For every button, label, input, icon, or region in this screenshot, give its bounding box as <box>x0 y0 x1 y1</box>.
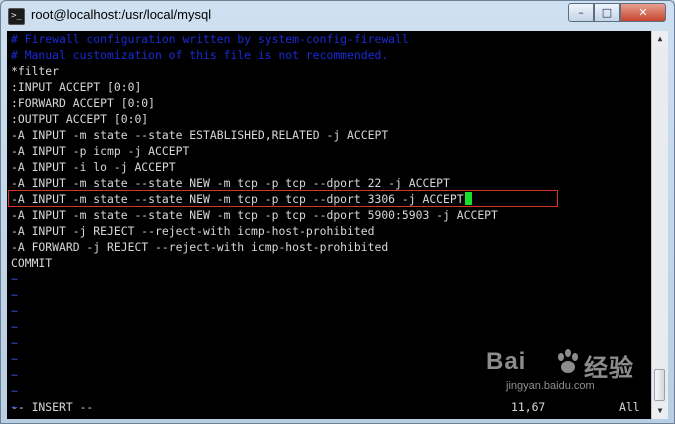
terminal-line-text: -A INPUT -j REJECT --reject-with icmp-ho… <box>11 224 375 238</box>
scrollbar-thumb[interactable] <box>654 369 665 401</box>
terminal-line: :FORWARD ACCEPT [0:0] <box>11 95 155 111</box>
terminal-line: -A INPUT -m state --state NEW -m tcp -p … <box>11 175 450 191</box>
terminal-line-text: # Firewall configuration written by syst… <box>11 32 409 46</box>
text-cursor <box>464 192 472 205</box>
terminal-line-text: :OUTPUT ACCEPT [0:0] <box>11 112 149 126</box>
vertical-scrollbar[interactable]: ▲ ▼ <box>651 31 668 419</box>
terminal-line-text: ~ <box>11 352 18 366</box>
terminal-line: # Manual customization of this file is n… <box>11 47 388 63</box>
terminal-line: -A INPUT -p icmp -j ACCEPT <box>11 143 189 159</box>
terminal-line: ~ <box>11 351 18 367</box>
terminal-content[interactable]: -- INSERT -- 11,67 All # Firewall config… <box>7 31 651 419</box>
terminal-line-text: ~ <box>11 368 18 382</box>
terminal-line-text: ~ <box>11 288 18 302</box>
terminal-line-text: COMMIT <box>11 256 53 270</box>
close-button[interactable]: ✕ <box>620 3 666 22</box>
vim-mode-indicator: -- INSERT -- <box>11 400 94 414</box>
terminal-line: ~ <box>11 383 18 399</box>
terminal-line-text: ~ <box>11 320 18 334</box>
terminal-line: ~ <box>11 287 18 303</box>
terminal-line: -A INPUT -i lo -j ACCEPT <box>11 159 176 175</box>
terminal-line: -A INPUT -m state --state NEW -m tcp -p … <box>11 207 498 223</box>
terminal-line: :INPUT ACCEPT [0:0] <box>11 79 141 95</box>
terminal-line-text: -A INPUT -m state --state ESTABLISHED,RE… <box>11 128 389 142</box>
terminal-line-text: ~ <box>11 304 18 318</box>
terminal-window: >_ root@localhost:/usr/local/mysql – □ ✕… <box>0 0 675 424</box>
title-bar[interactable]: >_ root@localhost:/usr/local/mysql – □ ✕ <box>1 1 674 31</box>
terminal-line-text: -A INPUT -m state --state NEW -m tcp -p … <box>11 176 450 190</box>
maximize-button[interactable]: □ <box>594 3 620 22</box>
terminal-line: *filter <box>11 63 59 79</box>
terminal-line-text: -A INPUT -i lo -j ACCEPT <box>11 160 176 174</box>
terminal-line: ~ <box>11 303 18 319</box>
cursor-position: 11,67 <box>511 400 546 414</box>
terminal-line: ~ <box>11 319 18 335</box>
window-title: root@localhost:/usr/local/mysql <box>31 7 212 22</box>
terminal-line: ~ <box>11 399 18 415</box>
terminal-line-text: -A INPUT -m state --state NEW -m tcp -p … <box>11 208 498 222</box>
terminal-line-text: ~ <box>11 336 18 350</box>
terminal-line-text: ~ <box>11 384 18 398</box>
terminal-line-text: ~ <box>11 272 18 286</box>
terminal-line-text: -A FORWARD -j REJECT --reject-with icmp-… <box>11 240 389 254</box>
terminal-line-text: # Manual customization of this file is n… <box>11 48 389 62</box>
terminal-line: # Firewall configuration written by syst… <box>11 31 409 47</box>
terminal-line: ~ <box>11 335 18 351</box>
terminal-line: COMMIT <box>11 255 52 271</box>
terminal-line: :OUTPUT ACCEPT [0:0] <box>11 111 148 127</box>
terminal-app-icon[interactable]: >_ <box>8 8 25 25</box>
terminal-line-text: -A INPUT -m state --state NEW -m tcp -p … <box>11 192 464 206</box>
terminal-line: -A INPUT -m state --state ESTABLISHED,RE… <box>11 127 388 143</box>
terminal-line-text: ~ <box>11 400 18 414</box>
terminal-line-text: :FORWARD ACCEPT [0:0] <box>11 96 156 110</box>
terminal-line: ~ <box>11 271 18 287</box>
terminal-line-text: -A INPUT -p icmp -j ACCEPT <box>11 144 190 158</box>
terminal-line: -A FORWARD -j REJECT --reject-with icmp-… <box>11 239 388 255</box>
minimize-button[interactable]: – <box>568 3 594 22</box>
terminal-line-text: :INPUT ACCEPT [0:0] <box>11 80 142 94</box>
terminal-line: -A INPUT -j REJECT --reject-with icmp-ho… <box>11 223 374 239</box>
terminal-line: ~ <box>11 367 18 383</box>
scroll-down-arrow-icon[interactable]: ▼ <box>652 403 668 419</box>
terminal-line: -A INPUT -m state --state NEW -m tcp -p … <box>11 191 472 207</box>
scroll-position: All <box>619 400 640 414</box>
terminal-line-text: *filter <box>11 64 60 78</box>
scroll-up-arrow-icon[interactable]: ▲ <box>652 31 668 47</box>
